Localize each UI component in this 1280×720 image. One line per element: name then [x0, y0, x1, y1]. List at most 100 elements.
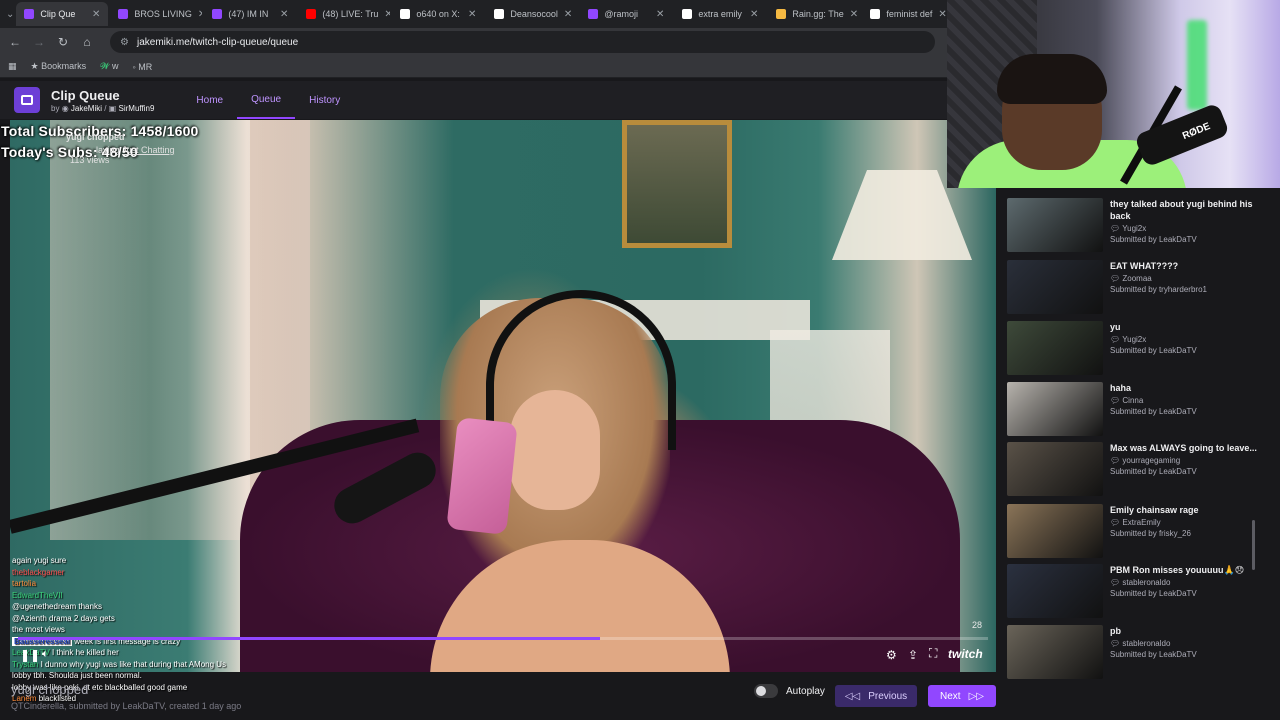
queue-item[interactable]: Emily chainsaw rage 💬︎ ExtraEmily Submitte… — [1007, 504, 1273, 562]
browser-tab[interactable]: BROS LIVING ✕ — [110, 2, 202, 26]
browser-tab[interactable]: Clip Que ✕ — [16, 2, 109, 26]
bookmark-bookmarks[interactable]: ★ Bookmarks — [31, 61, 87, 72]
queue-item[interactable]: yu 💬︎ Yugi2x Submitted by LeakDaTV — [1007, 321, 1273, 379]
app-title: Clip Queue — [51, 87, 120, 103]
scene-painting — [622, 120, 732, 248]
chat-text: I think he killed her — [52, 648, 119, 657]
queue-item[interactable]: PBM Ron misses youuuuu🙏😞 💬︎ stableronaldo… — [1007, 564, 1273, 622]
queue-item-submitter: Submitted by LeakDaTV — [1110, 346, 1197, 355]
tab-close-icon[interactable]: ✕ — [198, 9, 202, 20]
browser-tab-strip: ⌄ Clip Que ✕ BROS LIVING ✕ (47) IM IN ✕ (48) L… — [0, 0, 947, 28]
view-count: 113 views — [70, 155, 110, 165]
rewind-icon: ◁◁ — [844, 690, 861, 702]
tab-close-icon[interactable]: ✕ — [850, 9, 858, 20]
channel-icon: 💬︎ — [1110, 335, 1123, 344]
category-link[interactable]: Just Chatting — [122, 145, 175, 155]
progress-bar[interactable] — [18, 637, 988, 640]
browser-tab[interactable]: o640 on X: ✕ — [392, 2, 484, 26]
volume-icon[interactable]: 🔈︎ — [42, 648, 49, 661]
clip-thumbnail[interactable] — [1007, 625, 1103, 679]
webcam-person-hair — [997, 54, 1107, 104]
tab-close-icon[interactable]: ✕ — [750, 9, 758, 20]
browser-tab[interactable]: feminist def ✕ — [862, 2, 954, 26]
chat-username[interactable]: EdwardTheVII — [12, 591, 63, 600]
tab-favicon-icon — [118, 9, 129, 19]
tab-label: @ramoji — [604, 9, 639, 19]
site-info-icon[interactable]: ⚙ — [120, 37, 129, 48]
queue-item-channel: 💬︎ Zoomaa — [1110, 274, 1152, 283]
queue-scrollbar[interactable] — [1252, 520, 1255, 570]
tab-list: Clip Que ✕ BROS LIVING ✕ (47) IM IN ✕ (48) LIV… — [16, 2, 954, 26]
chat-message: EdwardTheVII — [12, 590, 232, 602]
tab-favicon-icon — [682, 9, 693, 19]
queue-item-text: Max was ALWAYS going to leave... 💬︎ yourr… — [1110, 442, 1270, 500]
nav-history[interactable]: History — [295, 81, 354, 119]
nav-queue[interactable]: Queue — [237, 81, 296, 119]
tab-close-icon[interactable]: ✕ — [384, 9, 390, 20]
forward-icon[interactable]: → — [32, 35, 46, 49]
tab-close-icon[interactable]: ✕ — [468, 9, 476, 20]
clip-thumbnail[interactable] — [1007, 442, 1103, 496]
queue-item-channel: 💬︎ stableronaldo — [1110, 639, 1171, 648]
clip-thumbnail[interactable] — [1007, 321, 1103, 375]
twitch-icon: ▣ — [108, 103, 117, 113]
next-button[interactable]: Next ▷▷ — [928, 685, 996, 707]
back-icon[interactable]: ← — [8, 35, 22, 49]
home-icon[interactable]: ⌂ — [80, 35, 94, 49]
browser-tab[interactable]: Rain.gg: The ✕ — [768, 2, 860, 26]
previous-button[interactable]: ◁◁ Previous — [835, 685, 917, 707]
queue-item-title: Emily chainsaw rage — [1110, 505, 1199, 515]
twitch-watermark[interactable]: twitch — [948, 647, 983, 661]
settings-icon[interactable]: ⚙ — [886, 648, 897, 662]
clip-thumbnail[interactable] — [1007, 198, 1103, 252]
browser-tab[interactable]: (47) IM IN ✕ — [204, 2, 296, 26]
queue-item[interactable]: Max was ALWAYS going to leave... 💬︎ yourr… — [1007, 442, 1273, 500]
chat-username[interactable]: theblackgamer — [12, 568, 64, 577]
pause-icon[interactable]: ❚❚ — [20, 648, 40, 662]
clip-thumbnail[interactable] — [1007, 504, 1103, 558]
url-text: jakemiki.me/twitch-clip-queue/queue — [136, 36, 299, 48]
clip-thumbnail[interactable] — [1007, 382, 1103, 436]
queue-item-channel: 💬︎ Yugi2x — [1110, 224, 1147, 233]
queue-item-channel: 💬︎ stableronaldo — [1110, 578, 1171, 587]
tab-favicon-icon — [400, 9, 411, 19]
nav-home[interactable]: Home — [182, 81, 237, 119]
apps-grid-icon[interactable]: ▦ — [8, 61, 17, 72]
author-jakemiki-link[interactable]: JakeMiki — [71, 104, 102, 113]
channel-icon: 💬︎ — [1110, 518, 1123, 527]
share-icon[interactable]: ⇪ — [908, 648, 918, 662]
url-field[interactable]: ⚙ jakemiki.me/twitch-clip-queue/queue — [110, 31, 935, 53]
tab-close-icon[interactable]: ✕ — [280, 9, 288, 20]
queue-item[interactable]: EAT WHAT???? 💬︎ Zoomaa Submitted by tryhar… — [1007, 260, 1273, 318]
browser-tab[interactable]: @ramoji ✕ — [580, 2, 672, 26]
tab-favicon-icon — [306, 9, 317, 19]
queue-item-submitter: Submitted by LeakDaTV — [1110, 407, 1197, 416]
queue-item[interactable]: pb 💬︎ stableronaldo Submitted by LeakDaTV — [1007, 625, 1273, 683]
fullscreen-icon[interactable]: ⛶ — [929, 646, 937, 661]
chat-message: @Azienth drama 2 days gets — [12, 613, 232, 625]
neon-light — [1187, 20, 1207, 110]
clip-thumbnail[interactable] — [1007, 260, 1103, 314]
tab-close-icon[interactable]: ✕ — [938, 9, 946, 20]
bookmark-mr[interactable]: ◦ MR — [133, 62, 153, 72]
channel-icon: 💬︎ — [1110, 639, 1123, 648]
browser-tab[interactable]: extra emily ✕ — [674, 2, 766, 26]
queue-item[interactable]: they talked about yugi behind his back 💬︎… — [1007, 198, 1273, 256]
queue-item[interactable]: haha 💬︎ Cinna Submitted by LeakDaTV — [1007, 382, 1273, 440]
autoplay-toggle[interactable] — [754, 684, 778, 698]
queue-item-submitter: Submitted by tryharderbro1 — [1110, 285, 1207, 294]
clip-info-overlay: yugi chopped laying Just Chatting 113 vi… — [66, 132, 175, 165]
browser-tab[interactable]: Deansocool ✕ — [486, 2, 578, 26]
bookmark-w[interactable]: 𝓦 w — [100, 61, 118, 72]
clip-queue-logo-icon[interactable] — [14, 87, 40, 113]
tab-search-icon[interactable]: ⌄ — [6, 5, 14, 23]
browser-tab[interactable]: (48) LIVE: Tru ✕ — [298, 2, 390, 26]
queue-item-text: haha 💬︎ Cinna Submitted by LeakDaTV — [1110, 382, 1270, 440]
tab-close-icon[interactable]: ✕ — [92, 9, 100, 20]
tab-close-icon[interactable]: ✕ — [656, 9, 664, 20]
reload-icon[interactable]: ↻ — [56, 35, 70, 49]
chat-username[interactable]: tartolia — [12, 579, 36, 588]
clip-thumbnail[interactable] — [1007, 564, 1103, 618]
tab-close-icon[interactable]: ✕ — [564, 9, 572, 20]
author-sirmuffin9-link[interactable]: SirMuffin9 — [119, 104, 155, 113]
